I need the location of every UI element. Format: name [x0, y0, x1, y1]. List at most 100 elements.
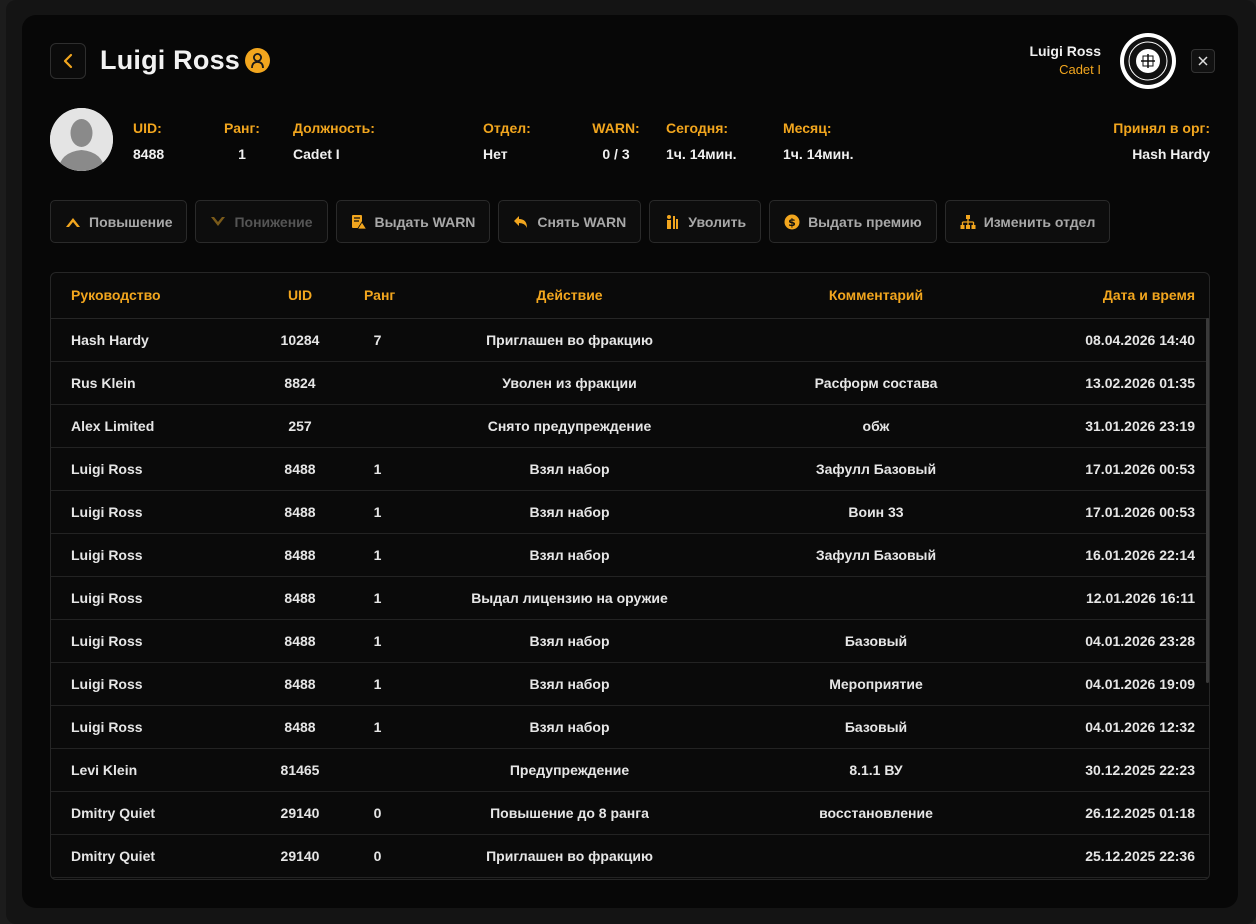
cell-uid: 8488: [236, 705, 364, 749]
cell-uid: 8488: [236, 576, 364, 620]
back-button[interactable]: [50, 43, 86, 79]
cell-datetime: 13.02.2026 01:35: [1004, 361, 1209, 405]
column-header-datetime[interactable]: Дата и время: [1004, 273, 1209, 319]
table-row[interactable]: Luigi Ross 8488 1 Взял набор Зафулл Базовый 1…: [51, 447, 1209, 491]
chevron-up-icon: [65, 214, 81, 230]
current-user-rank: Cadet I: [1059, 62, 1101, 77]
cell-uid: 8488: [236, 619, 364, 663]
cell-uid: 8824: [236, 361, 364, 405]
cell-action: Приглашен во фракцию: [391, 834, 748, 878]
dollar-coin-icon: $: [784, 214, 800, 230]
cell-manager: Alex Limited: [51, 404, 236, 448]
close-icon: [1198, 56, 1208, 66]
cell-rank: 1: [364, 490, 391, 534]
cell-comment: [748, 318, 1004, 362]
chevron-left-icon: [63, 53, 73, 69]
cell-datetime: 04.01.2026 12:32: [1004, 705, 1209, 749]
current-user-info: Luigi Ross Cadet I: [1029, 43, 1101, 77]
cell-manager: Luigi Ross: [51, 490, 236, 534]
cell-manager: Rus Klein: [51, 361, 236, 405]
issue-warn-button[interactable]: Выдать WARN: [335, 200, 491, 243]
cell-uid: 29140: [236, 834, 364, 878]
cell-comment: восстановление: [748, 791, 1004, 835]
cell-action: Взял набор: [391, 490, 748, 534]
table-header-row: Руководство UID Ранг Действие Комментари…: [51, 273, 1209, 319]
table-row[interactable]: Luigi Ross 8488 1 Взял набор Базовый 04.01.20…: [51, 619, 1209, 663]
table-row[interactable]: Luigi Ross 8488 1 Выдал лицензию на оружие 1…: [51, 576, 1209, 620]
column-header-comment[interactable]: Комментарий: [748, 273, 1004, 319]
column-header-uid[interactable]: UID: [236, 273, 364, 319]
cell-action: Уволен из фракции: [391, 361, 748, 405]
dismiss-person-icon: [664, 214, 680, 230]
history-table: Руководство UID Ранг Действие Комментари…: [50, 272, 1210, 880]
cell-rank: 1: [364, 533, 391, 577]
close-button[interactable]: [1191, 49, 1215, 73]
cell-uid: 10284: [236, 318, 364, 362]
cell-uid: 8488: [236, 490, 364, 534]
dismiss-button[interactable]: Уволить: [649, 200, 762, 243]
demote-button[interactable]: Понижение: [195, 200, 328, 243]
cell-rank: 0: [364, 834, 391, 878]
cell-uid: 257: [236, 404, 364, 448]
cell-uid: 29140: [236, 791, 364, 835]
cell-datetime: 08.04.2026 14:40: [1004, 318, 1209, 362]
org-structure-icon: [960, 214, 976, 230]
cell-comment: Базовый: [748, 619, 1004, 663]
cell-comment: Зафулл Базовый: [748, 447, 1004, 491]
cell-manager: Luigi Ross: [51, 619, 236, 663]
give-bonus-button[interactable]: $ Выдать премию: [769, 200, 937, 243]
table-row[interactable]: Alex Limited 257 Снято предупреждение обж 31…: [51, 404, 1209, 448]
cell-comment: Расформ состава: [748, 361, 1004, 405]
table-scrollbar[interactable]: [1206, 318, 1209, 683]
cell-uid: 8488: [236, 447, 364, 491]
change-department-button[interactable]: Изменить отдел: [944, 200, 1111, 243]
remove-warn-button[interactable]: Снять WARN: [498, 200, 642, 243]
table-row[interactable]: Luigi Ross 8488 1 Взял набор Мероприятие 04.0…: [51, 662, 1209, 706]
info-hired-by: Принял в орг: Hash Hardy: [1113, 120, 1210, 162]
table-row[interactable]: Luigi Ross 8488 1 Взял набор Зафулл Базовый 1…: [51, 533, 1209, 577]
cell-comment: Воин 33: [748, 490, 1004, 534]
column-header-action[interactable]: Действие: [391, 273, 748, 319]
info-warn: WARN: 0 / 3: [592, 120, 640, 162]
table-row[interactable]: Luigi Ross 8488 1 Взял набор Базовый 04.01.20…: [51, 705, 1209, 749]
table-row[interactable]: Dmitry Quiet 29140 0 Приглашен во фракцию 25…: [51, 834, 1209, 878]
cell-rank: 1: [364, 576, 391, 620]
cell-comment: Зафулл Базовый: [748, 533, 1004, 577]
column-header-manager[interactable]: Руководство: [51, 273, 236, 319]
cell-datetime: 25.12.2025 22:36: [1004, 834, 1209, 878]
table-row[interactable]: Dmitry Quiet 29140 0 Повышение до 8 ранга во…: [51, 791, 1209, 835]
cell-rank: 1: [364, 447, 391, 491]
member-panel: Luigi Ross Luigi Ross Cadet I UID: 8488 …: [22, 15, 1238, 908]
cell-comment: Мероприятие: [748, 662, 1004, 706]
cell-datetime: 17.01.2026 00:53: [1004, 490, 1209, 534]
undo-arrow-icon: [513, 214, 529, 230]
cell-comment: Базовый: [748, 705, 1004, 749]
cell-action: Взял набор: [391, 705, 748, 749]
table-row[interactable]: Hash Hardy 10284 7 Приглашен во фракцию 08.0…: [51, 318, 1209, 362]
cell-rank: [364, 361, 391, 405]
cell-manager: Luigi Ross: [51, 705, 236, 749]
cell-rank: [364, 404, 391, 448]
table-row[interactable]: Luigi Ross 8488 1 Взял набор Воин 33 17.01.20…: [51, 490, 1209, 534]
cell-datetime: 12.01.2026 16:11: [1004, 576, 1209, 620]
cell-uid: 8488: [236, 662, 364, 706]
page-title: Luigi Ross: [100, 45, 241, 75]
cell-action: Снято предупреждение: [391, 404, 748, 448]
table-row[interactable]: Rus Klein 8824 Уволен из фракции Расформ со…: [51, 361, 1209, 405]
cell-datetime: 30.12.2025 22:23: [1004, 748, 1209, 792]
cell-uid: 81465: [236, 748, 364, 792]
column-header-rank[interactable]: Ранг: [364, 273, 395, 319]
cell-rank: 1: [364, 662, 391, 706]
cell-manager: Luigi Ross: [51, 533, 236, 577]
app-window: Luigi Ross Luigi Ross Cadet I UID: 8488 …: [6, 0, 1256, 924]
promote-button[interactable]: Повышение: [50, 200, 188, 243]
cell-manager: Dmitry Quiet: [51, 834, 236, 878]
table-row[interactable]: Levi Klein 81465 Предупреждение 8.1.1 ВУ 30.…: [51, 748, 1209, 792]
cell-comment: [748, 834, 1004, 878]
cell-uid: 8488: [236, 533, 364, 577]
cell-datetime: 04.01.2026 19:09: [1004, 662, 1209, 706]
cell-action: Взял набор: [391, 619, 748, 663]
info-month: Месяц: 1ч. 14мин.: [783, 120, 854, 162]
current-user-name: Luigi Ross: [1029, 43, 1101, 59]
cell-manager: Luigi Ross: [51, 447, 236, 491]
